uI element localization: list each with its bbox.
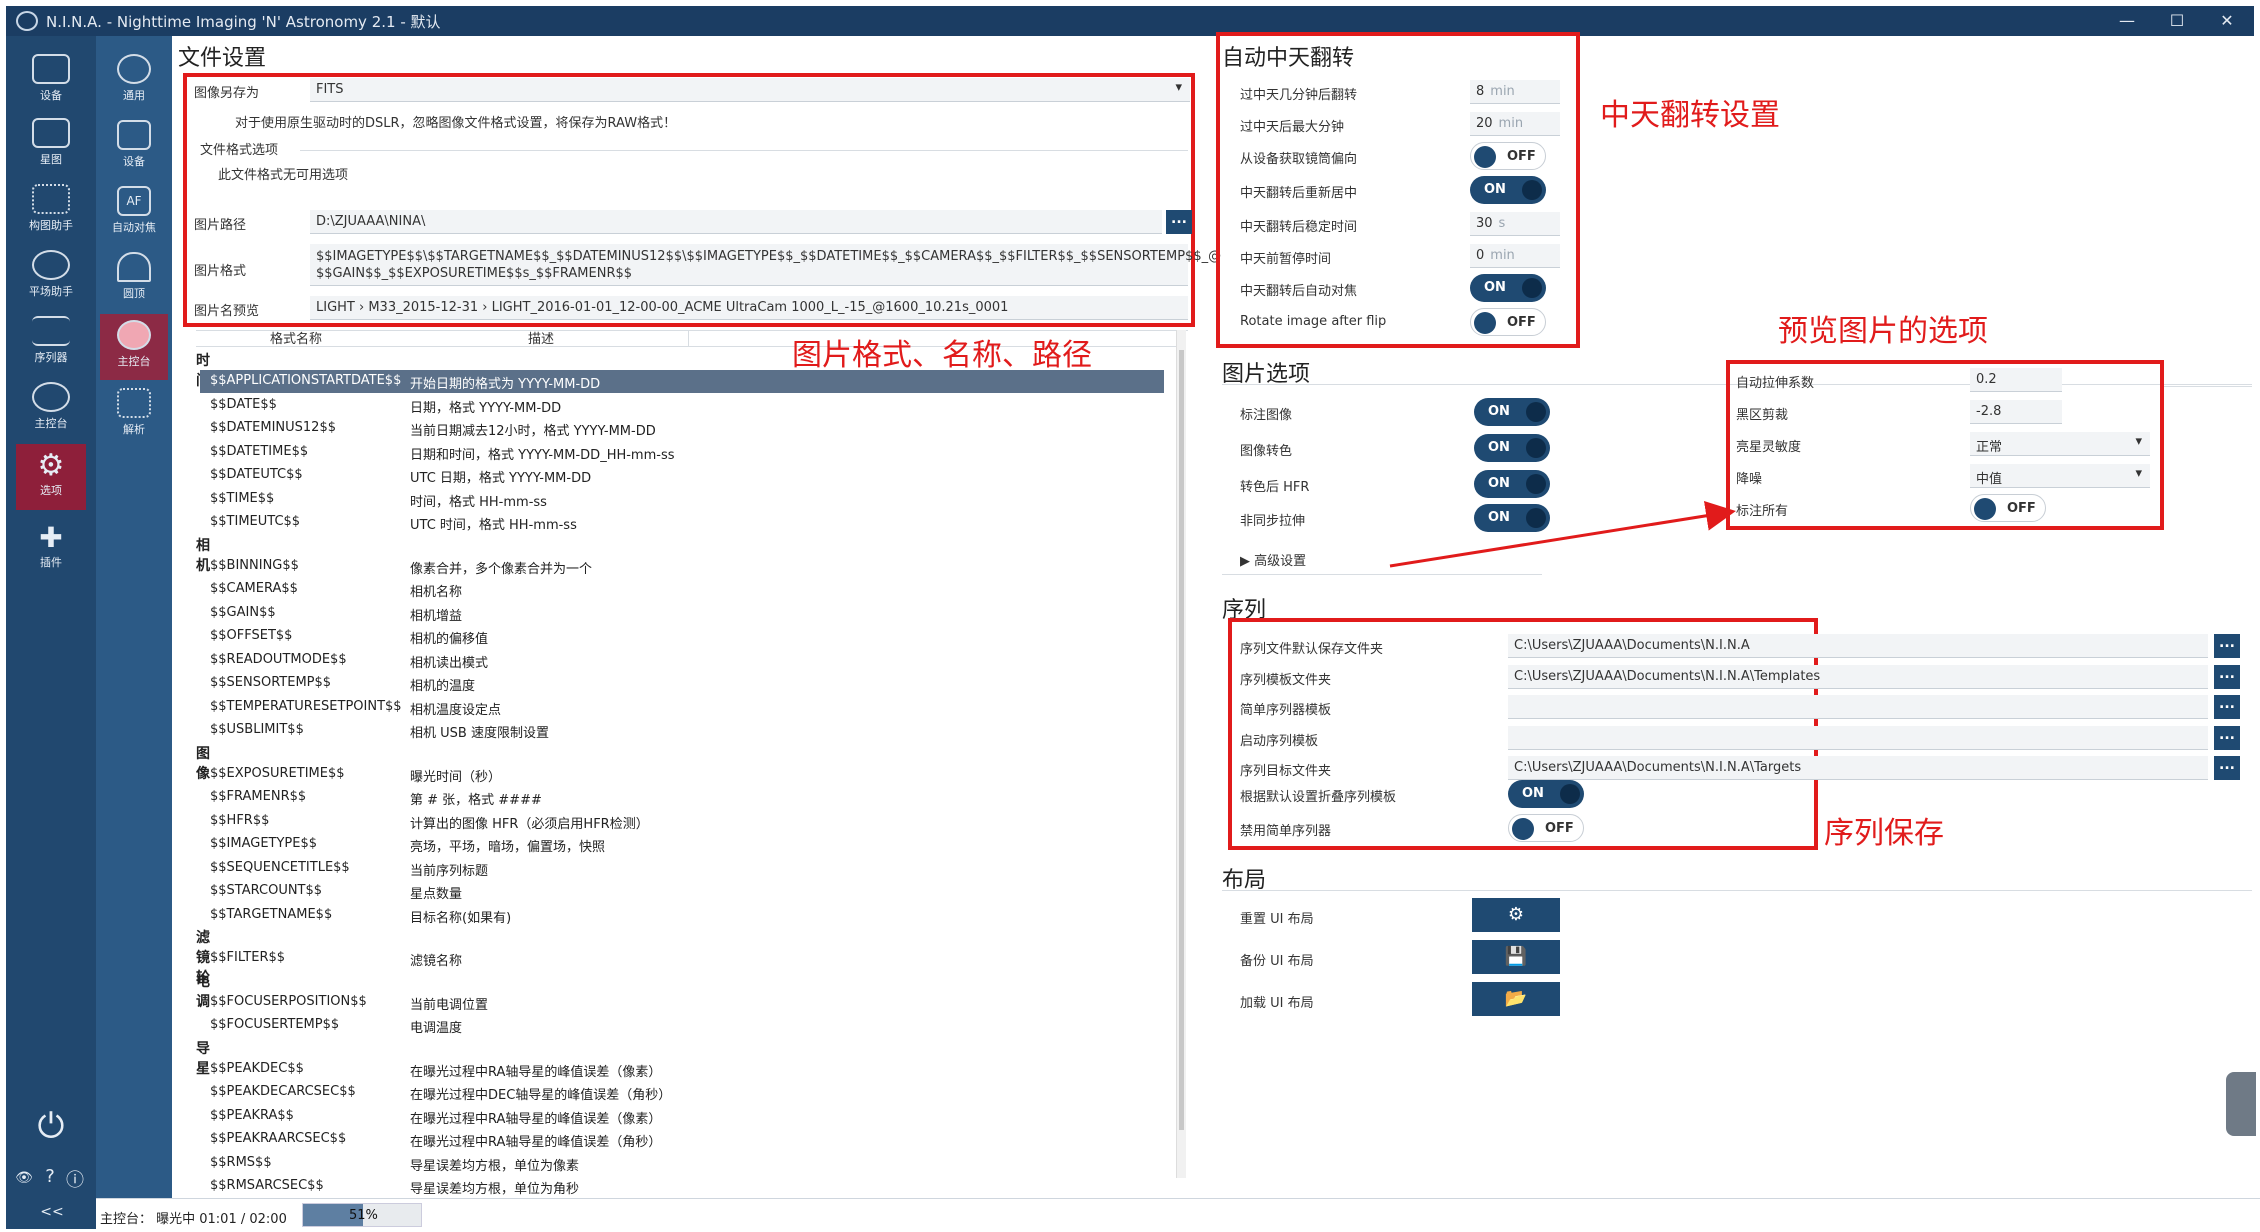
sequence-row-label: 序列文件默认保存文件夹 [1240,642,1384,657]
browse-folder-button[interactable]: ... [2214,664,2240,689]
gear-icon: ⚙ [1507,904,1525,925]
sequence-path-input[interactable] [1508,695,2208,719]
browse-folder-button[interactable]: ... [2214,725,2240,750]
progress-bar: 51% [302,1203,422,1227]
sequence-row-label: 启动序列模板 [1240,733,1319,749]
load-layout-button[interactable]: 📂 [1472,982,1560,1016]
arrow-to-preview-options [1389,500,1736,568]
browse-folder-button[interactable]: ... [2214,634,2240,658]
sequence-path-input[interactable]: C:\Users\ZJUAAA\Documents\N.I.N.A [1508,634,2208,658]
sequence-row-label: 序列模板文件夹 [1240,672,1332,688]
status-text: 主控台： 曝光中 01:01 / 02:00 [100,1212,287,1227]
status-bar: 主控台： 曝光中 01:01 / 02:00 51% [96,1198,2260,1232]
annotation-arrows [1389,500,1736,568]
sequence-path-input[interactable] [1508,725,2208,750]
save-icon: 💾 [1504,946,1528,967]
reset-layout-button[interactable]: ⚙ [1472,898,1560,932]
disable-simple-label: 禁用简单序列器 [1240,824,1332,839]
nina-window: { "window":{"title":"N.I.N.A. - Nighttim… [0,0,2260,1232]
backup-layout-button[interactable]: 💾 [1472,940,1560,974]
annotation-sequence: 序列保存 [1824,816,1944,851]
dock-handle[interactable] [2226,1072,2256,1136]
disable-simple-toggle[interactable]: OFF [1508,814,1584,842]
progress-label: 51% [349,1208,378,1223]
load-layout-label: 加载 UI 布局 [1240,996,1314,1011]
backup-layout-label: 备份 UI 布局 [1240,954,1314,969]
sequence-path-input[interactable]: C:\Users\ZJUAAA\Documents\N.I.N.A\Target… [1508,756,2208,780]
sequence-row-label: 序列目标文件夹 [1240,764,1332,779]
reset-layout-label: 重置 UI 布局 [1240,912,1314,927]
browse-folder-button[interactable]: ... [2214,695,2240,719]
annotation-format: 图片格式、名称、路径 [792,338,1092,373]
collapse-templates-toggle[interactable]: ON [1508,780,1584,808]
load-icon: 📂 [1504,988,1528,1009]
sequence-path-input[interactable]: C:\Users\ZJUAAA\Documents\N.I.N.A\Templa… [1508,664,2208,689]
collapse-templates-label: 根据默认设置折叠序列模板 [1240,790,1397,805]
browse-folder-button[interactable]: ... [2214,756,2240,780]
sequence-row-label: 简单序列器模板 [1240,703,1332,718]
divider [1222,890,2252,891]
